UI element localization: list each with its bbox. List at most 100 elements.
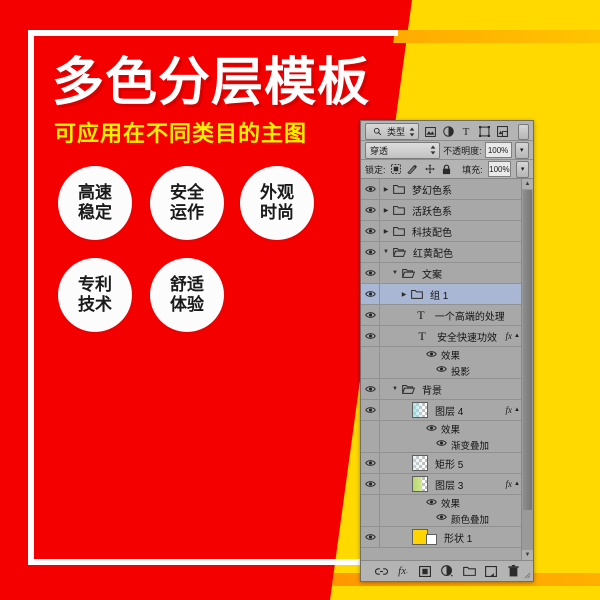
effect-visibility-toggle-icon[interactable]: [361, 511, 380, 526]
lock-transparent-pixels-icon[interactable]: [391, 162, 403, 176]
photoshop-layers-panel: 类型 T 穿透 不透明度: 100% ▾ 锁定: 填充: 100% ▾ ▶ 梦幻…: [360, 120, 534, 582]
folder-closed-icon: [393, 205, 405, 215]
opacity-input[interactable]: 100%: [484, 142, 512, 158]
eye-icon: [436, 365, 447, 376]
layer-visibility-toggle-icon[interactable]: [361, 200, 380, 220]
badge-line-1: 外观: [260, 182, 294, 202]
layer-row[interactable]: T 一个高端的处理…: [361, 305, 522, 326]
layer-list-scrollbar[interactable]: ▲ ▼: [521, 179, 533, 560]
scroll-down-arrow[interactable]: ▼: [522, 550, 533, 560]
layer-thumbnail[interactable]: [412, 455, 428, 471]
layer-row[interactable]: ▶ 活跃色系: [361, 200, 522, 221]
layer-row[interactable]: 图层 3 fx ▲: [361, 474, 522, 495]
opacity-stepper[interactable]: ▾: [514, 141, 529, 159]
lock-image-pixels-icon[interactable]: [407, 162, 419, 176]
layer-row[interactable]: ▼ 背景: [361, 379, 522, 400]
eye-icon: [426, 350, 437, 361]
vector-mask-thumbnail[interactable]: [426, 534, 437, 545]
layer-visibility-toggle-icon[interactable]: [361, 326, 380, 346]
effects-visibility-toggle-icon[interactable]: [361, 495, 380, 511]
add-layer-style-fx-icon[interactable]: fx.: [397, 565, 410, 578]
layer-row[interactable]: T 安全快速功效 fx ▲: [361, 326, 522, 347]
badge-line-2: 稳定: [78, 203, 112, 222]
folder-open-icon: [402, 384, 415, 394]
layer-name: 安全快速功效: [437, 332, 497, 344]
effect-name: 投影: [451, 366, 471, 378]
blend-mode-select[interactable]: 穿透: [365, 141, 441, 159]
layer-visibility-toggle-icon[interactable]: [361, 242, 380, 262]
badge-line-2: 技术: [78, 295, 112, 314]
layer-effects-fx-icon[interactable]: fx ▲: [504, 405, 522, 415]
twirl-right-icon[interactable]: ▶: [382, 207, 390, 214]
layer-row[interactable]: ▶ 科技配色: [361, 221, 522, 242]
twirl-down-icon[interactable]: ▼: [382, 249, 390, 255]
layer-visibility-toggle-icon[interactable]: [361, 179, 380, 199]
layer-effects-header-row[interactable]: 效果: [361, 495, 522, 511]
layer-effect-item-row[interactable]: 颜色叠加: [361, 511, 522, 527]
new-group-icon[interactable]: [462, 565, 476, 578]
layer-name: 矩形 5: [435, 459, 464, 471]
twirl-right-icon[interactable]: ▶: [400, 291, 408, 298]
layer-visibility-toggle-icon[interactable]: [361, 474, 380, 494]
twirl-right-icon[interactable]: ▶: [382, 228, 390, 235]
fill-stepper[interactable]: ▾: [516, 160, 530, 178]
layer-row[interactable]: ▶ 组 1: [361, 284, 522, 305]
layer-row[interactable]: 形状 1: [361, 527, 522, 548]
effect-visibility-toggle-icon[interactable]: [361, 363, 380, 378]
pixel-layer-filter-icon[interactable]: [423, 125, 437, 139]
layer-effects-header-row[interactable]: 效果: [361, 421, 522, 437]
twirl-right-icon[interactable]: ▶: [382, 186, 390, 193]
effects-visibility-toggle-icon[interactable]: [361, 347, 380, 363]
link-layers-icon[interactable]: [374, 565, 388, 578]
layer-visibility-toggle-icon[interactable]: [361, 527, 380, 547]
panel-resize-grip[interactable]: [524, 572, 531, 579]
layer-row[interactable]: ▶ 梦幻色系: [361, 179, 522, 200]
layer-effects-fx-icon[interactable]: fx ▲: [504, 331, 522, 341]
page-title: 多色分层模板: [52, 54, 371, 112]
layer-row[interactable]: 图层 4 fx ▲: [361, 400, 522, 421]
layer-effect-item-row[interactable]: 渐变叠加: [361, 437, 522, 453]
layer-thumbnail[interactable]: [412, 476, 428, 492]
filter-kind-select[interactable]: 类型: [365, 123, 420, 140]
fill-input[interactable]: 100%: [487, 161, 512, 177]
lock-position-icon[interactable]: [424, 162, 436, 176]
effects-label: 效果: [441, 499, 461, 510]
lock-all-icon[interactable]: [440, 162, 452, 176]
layer-row[interactable]: ▼ 红黄配色: [361, 242, 522, 263]
new-layer-icon[interactable]: [485, 565, 498, 578]
shape-layer-filter-icon[interactable]: [477, 125, 491, 139]
layer-visibility-toggle-icon[interactable]: [361, 221, 380, 241]
twirl-down-icon[interactable]: ▼: [391, 270, 399, 276]
layer-effect-item-row[interactable]: 投影: [361, 363, 522, 379]
layer-thumbnail[interactable]: [412, 402, 428, 418]
scrollbar-thumb[interactable]: [523, 190, 532, 510]
effect-name: 颜色叠加: [451, 514, 490, 526]
layer-name: 梦幻色系: [412, 185, 452, 197]
filter-enable-toggle[interactable]: [518, 123, 529, 140]
add-layer-mask-icon[interactable]: [419, 565, 432, 578]
smart-object-filter-icon[interactable]: [495, 125, 509, 139]
layer-effects-fx-icon[interactable]: fx ▲: [504, 479, 522, 489]
new-adjustment-layer-icon[interactable]: [441, 565, 454, 578]
layer-visibility-toggle-icon[interactable]: [361, 284, 380, 304]
effect-visibility-toggle-icon[interactable]: [361, 437, 380, 452]
layer-name: 组 1: [430, 290, 449, 302]
effects-visibility-toggle-icon[interactable]: [361, 421, 380, 437]
twirl-down-icon[interactable]: ▼: [391, 386, 399, 392]
layer-row[interactable]: ▼ 文案: [361, 263, 522, 284]
layer-effects-header-row[interactable]: 效果: [361, 347, 522, 363]
layer-visibility-toggle-icon[interactable]: [361, 379, 380, 399]
layer-visibility-toggle-icon[interactable]: [361, 453, 380, 473]
layer-visibility-toggle-icon[interactable]: [361, 400, 380, 420]
scroll-up-arrow[interactable]: ▲: [522, 179, 533, 189]
poster-canvas: 多色分层模板 可应用在不同类目的主图 高速 稳定 安全 运作 外观 时尚 专利 …: [0, 0, 600, 600]
layer-visibility-toggle-icon[interactable]: [361, 263, 380, 283]
adjustment-layer-filter-icon[interactable]: [441, 125, 455, 139]
layer-visibility-toggle-icon[interactable]: [361, 305, 380, 325]
folder-open-icon: [402, 268, 415, 278]
layer-list: ▶ 梦幻色系 ▶ 活跃色系 ▶ 科技配色 ▼ 红黄配色 ▼ 文案 ▶ 组 1 T 一个高端的处理… T 安全快…: [361, 179, 533, 560]
effect-name: 渐变叠加: [451, 440, 490, 452]
delete-layer-icon[interactable]: [507, 565, 520, 578]
type-layer-filter-icon[interactable]: T: [459, 125, 473, 139]
layer-row[interactable]: 矩形 5: [361, 453, 522, 474]
